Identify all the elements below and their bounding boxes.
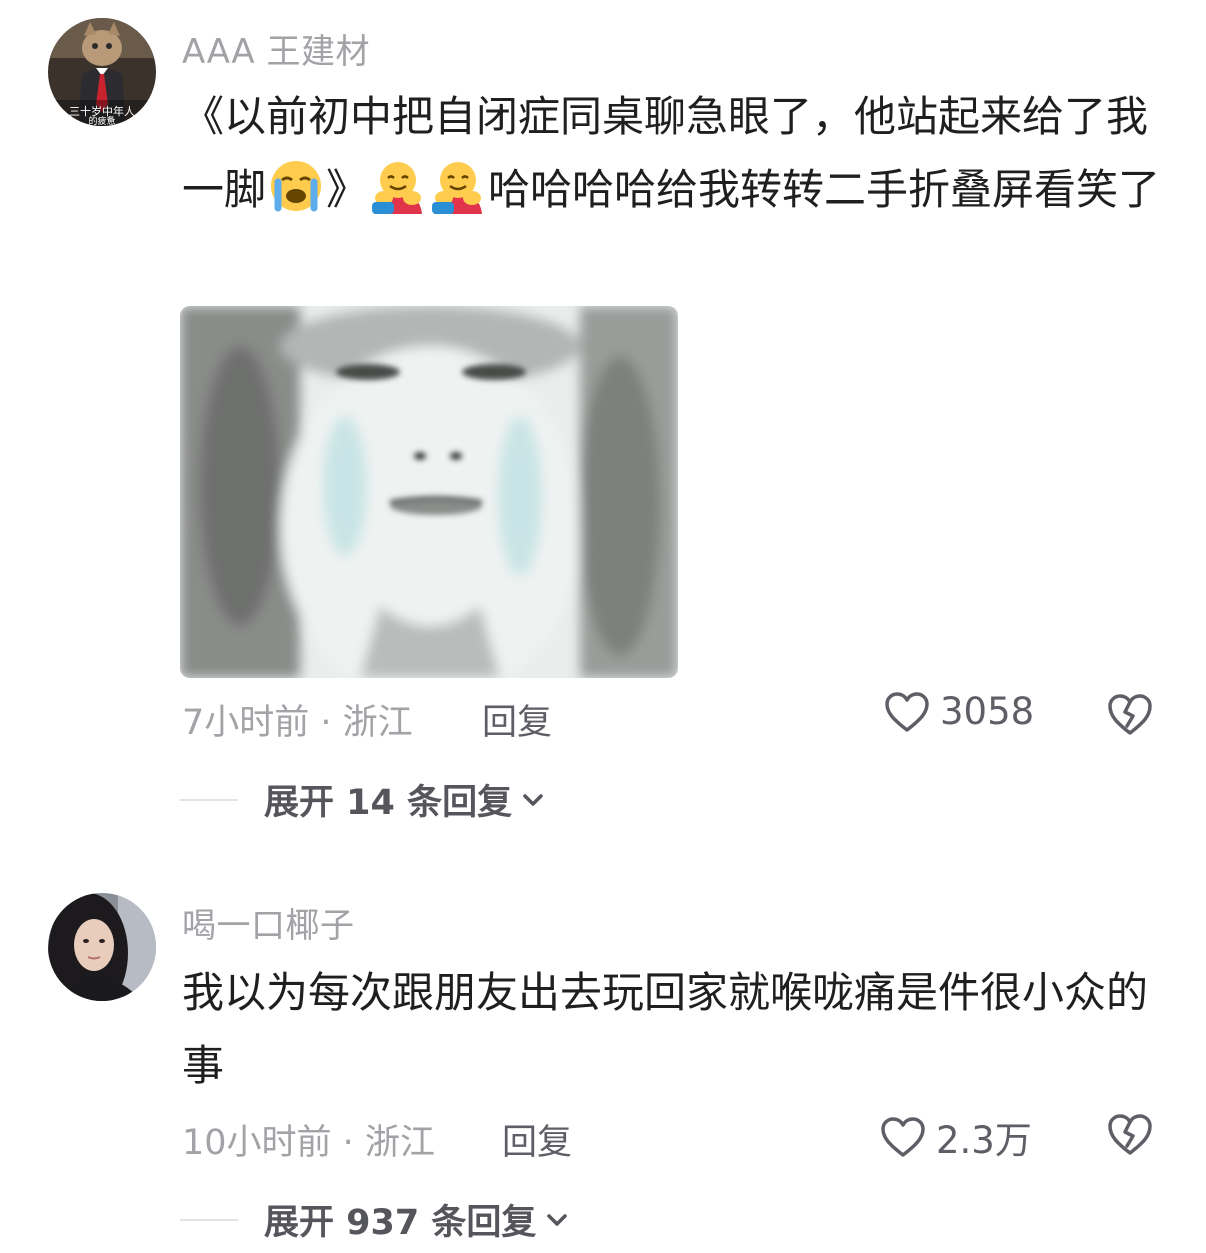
username[interactable]: AAA 王建材 bbox=[182, 24, 370, 73]
comment-text-part: 》 bbox=[326, 165, 369, 214]
dislike-button[interactable] bbox=[1106, 1112, 1154, 1156]
comment-time: 10小时前 bbox=[182, 1123, 332, 1163]
hugging-emoji-icon bbox=[370, 158, 426, 214]
avatar[interactable] bbox=[48, 893, 156, 1001]
comment-text-part: 哈哈哈哈给我转转二手折叠屏看笑了 bbox=[488, 165, 1161, 214]
meta-separator: · bbox=[331, 1123, 365, 1163]
username[interactable]: 喝一口椰子 bbox=[182, 898, 355, 947]
broken-heart-icon bbox=[1108, 1114, 1152, 1155]
crying-face-meme-image bbox=[180, 306, 678, 678]
svg-text:的疲惫: 的疲惫 bbox=[88, 115, 115, 126]
reply-button[interactable]: 回复 bbox=[502, 1114, 572, 1165]
comment-text: 我以为每次跟朋友出去玩回家就喉咙痛是件很小众的事 bbox=[182, 968, 1149, 1090]
like-count: 2.3万 bbox=[936, 1119, 1032, 1162]
expand-replies-button[interactable]: 展开 937 条回复 bbox=[180, 1194, 570, 1245]
expand-replies-button[interactable]: 展开 14 条回复 bbox=[180, 774, 546, 825]
comment-image[interactable] bbox=[180, 306, 678, 678]
comment-meta: 7小时前 · 浙江 bbox=[182, 694, 413, 745]
expand-replies-label: 展开 937 条回复 bbox=[264, 1203, 537, 1243]
broken-heart-icon bbox=[1108, 694, 1152, 735]
comment-meta: 10小时前 · 浙江 bbox=[182, 1114, 435, 1165]
divider-line bbox=[180, 1218, 238, 1221]
heart-icon bbox=[885, 691, 929, 732]
divider-line bbox=[180, 798, 238, 801]
comment-text: 《以前初中把自闭症同桌聊急眼了，他站起来给了我一脚 》 哈哈哈哈给我转转二手折叠… bbox=[182, 80, 1172, 226]
svg-text:三十岁中年人: 三十岁中年人 bbox=[69, 104, 135, 118]
comment-location: 浙江 bbox=[342, 703, 413, 743]
comment-time: 7小时前 bbox=[182, 703, 310, 743]
chevron-down-icon bbox=[547, 1213, 568, 1226]
chevron-down-icon bbox=[523, 793, 543, 806]
reply-button[interactable]: 回复 bbox=[482, 694, 552, 745]
comment-location: 浙江 bbox=[364, 1123, 435, 1163]
cat-in-suit-avatar-image: 三十岁中年人 的疲惫 bbox=[48, 18, 156, 126]
expand-replies-label: 展开 14 条回复 bbox=[264, 783, 513, 823]
dislike-button[interactable] bbox=[1106, 692, 1154, 736]
like-button[interactable]: 2.3万 bbox=[880, 1110, 1032, 1164]
avatar[interactable]: 三十岁中年人 的疲惫 bbox=[48, 18, 156, 126]
meta-separator: · bbox=[309, 703, 343, 743]
like-button[interactable]: 3058 bbox=[884, 690, 1034, 733]
hugging-emoji-icon bbox=[430, 158, 486, 214]
heart-icon bbox=[881, 1117, 925, 1157]
like-count: 3058 bbox=[940, 690, 1035, 733]
crying-emoji-icon bbox=[268, 158, 324, 214]
woman-portrait-avatar-image bbox=[48, 893, 156, 1001]
